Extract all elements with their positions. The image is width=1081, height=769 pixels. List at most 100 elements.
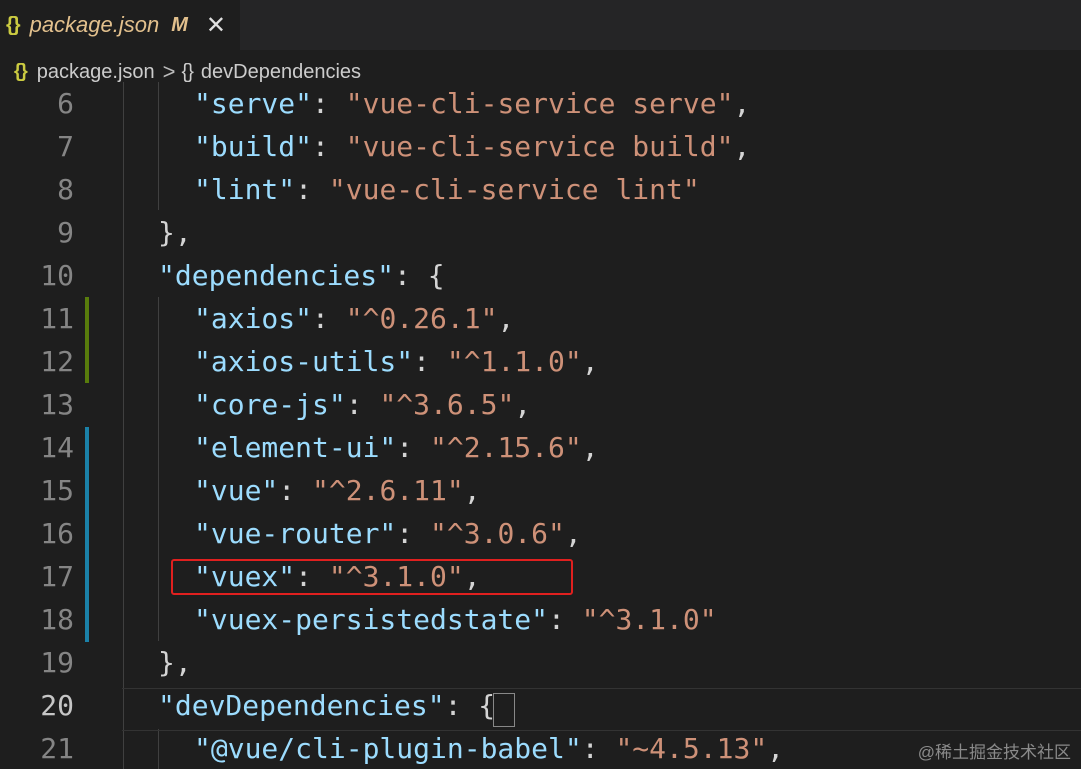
json-key: "vue" <box>194 474 279 507</box>
code-line[interactable]: 16 "vue-router": "^3.0.6", <box>0 512 1081 555</box>
punctuation: : <box>548 603 582 636</box>
current-line-highlight <box>122 688 1081 731</box>
code-text: "serve": "vue-cli-service serve", <box>194 82 750 125</box>
close-icon[interactable]: ✕ <box>206 11 226 40</box>
line-number: 7 <box>57 130 74 163</box>
matching-bracket-highlight <box>493 693 515 727</box>
json-key: "serve" <box>194 87 313 120</box>
json-string-value: "^2.15.6" <box>430 431 582 464</box>
json-key: "axios" <box>194 302 313 335</box>
line-number: 9 <box>57 216 74 249</box>
json-key: "build" <box>194 130 313 163</box>
punctuation: : <box>312 302 346 335</box>
punctuation: : <box>394 259 428 292</box>
punctuation: }, <box>158 216 192 249</box>
punctuation: , <box>767 732 785 765</box>
code-line[interactable]: 18 "vuex-persistedstate": "^3.1.0" <box>0 598 1081 641</box>
json-string-value: "~4.5.13" <box>615 732 768 765</box>
code-text: "build": "vue-cli-service build", <box>194 125 750 168</box>
code-line[interactable]: 12 "axios-utils": "^1.1.0", <box>0 340 1081 383</box>
line-number: 16 <box>40 517 74 550</box>
code-line[interactable]: 10 "dependencies": { <box>0 254 1081 297</box>
json-key: "@vue/cli-plugin-babel" <box>194 732 582 765</box>
punctuation: , <box>463 474 481 507</box>
code-text: "axios-utils": "^1.1.0", <box>194 340 599 383</box>
modified-indicator: M <box>171 13 188 36</box>
code-text: "lint": "vue-cli-service lint" <box>194 168 700 211</box>
code-line[interactable]: 11 "axios": "^0.26.1", <box>0 297 1081 340</box>
json-string-value: "^2.6.11" <box>312 474 464 507</box>
line-number: 10 <box>40 259 74 292</box>
line-number: 20 <box>40 689 74 722</box>
json-string-value: "^3.0.6" <box>430 517 565 550</box>
json-string-value: "^0.26.1" <box>345 302 498 335</box>
json-file-icon: {} <box>6 13 21 36</box>
code-text: "vue": "^2.6.11", <box>194 469 481 512</box>
line-number: 21 <box>40 732 74 765</box>
object-icon: {} <box>181 60 194 83</box>
punctuation: : <box>278 474 313 507</box>
code-line[interactable]: 14 "element-ui": "^2.15.6", <box>0 426 1081 469</box>
code-text: "vue-router": "^3.0.6", <box>194 512 582 555</box>
line-number: 13 <box>40 388 74 421</box>
code-line[interactable]: 15 "vue": "^2.6.11", <box>0 469 1081 512</box>
line-number: 19 <box>40 646 74 679</box>
json-string-value: "vue-cli-service serve" <box>345 87 734 120</box>
tab-filename: package.json <box>29 12 160 37</box>
code-text: }, <box>158 211 192 254</box>
code-text: "element-ui": "^2.15.6", <box>194 426 599 469</box>
punctuation: : <box>581 732 616 765</box>
code-line[interactable]: 8 "lint": "vue-cli-service lint" <box>0 168 1081 211</box>
editor-tab[interactable]: {} package.json M ✕ <box>0 0 240 50</box>
watermark: @稀土掘金技术社区 <box>917 743 1071 762</box>
punctuation: : <box>413 345 447 378</box>
code-text: "vuex-persistedstate": "^3.1.0" <box>194 598 717 641</box>
json-string-value: "^1.1.0" <box>446 345 582 378</box>
punctuation: : <box>312 130 346 163</box>
code-editor[interactable]: 6 "serve": "vue-cli-service serve", 7 "buil… <box>0 82 1081 769</box>
punctuation: , <box>733 87 751 120</box>
line-number: 12 <box>40 345 74 378</box>
punctuation: : <box>345 388 380 421</box>
punctuation: : <box>396 431 431 464</box>
json-key: "dependencies" <box>158 259 395 292</box>
line-number: 14 <box>40 431 74 464</box>
json-key: "vue-router" <box>194 517 397 550</box>
code-text: "dependencies": { <box>158 254 445 297</box>
punctuation: : <box>396 517 431 550</box>
json-key: "core-js" <box>194 388 346 421</box>
breadcrumb-file[interactable]: package.json <box>37 61 155 84</box>
code-line[interactable]: 6 "serve": "vue-cli-service serve", <box>0 82 1081 125</box>
annotation-highlight-box <box>171 559 573 595</box>
code-line[interactable]: 7 "build": "vue-cli-service build", <box>0 125 1081 168</box>
code-text: "core-js": "^3.6.5", <box>194 383 531 426</box>
punctuation: : <box>295 173 329 206</box>
breadcrumb-symbol[interactable]: devDependencies <box>201 61 361 84</box>
json-file-icon: {} <box>14 61 28 82</box>
punctuation: { <box>427 259 445 292</box>
line-number: 17 <box>40 560 74 593</box>
punctuation: , <box>497 302 515 335</box>
json-string-value: "vue-cli-service build" <box>345 130 734 163</box>
punctuation: , <box>514 388 532 421</box>
code-text: "axios": "^0.26.1", <box>194 297 514 340</box>
punctuation: , <box>581 345 599 378</box>
json-key: "lint" <box>194 173 296 206</box>
json-string-value: "^3.1.0" <box>581 603 717 636</box>
code-line[interactable]: 9}, <box>0 211 1081 254</box>
json-key: "vuex-persistedstate" <box>194 603 549 636</box>
code-text: }, <box>158 641 192 684</box>
code-line[interactable]: 13 "core-js": "^3.6.5", <box>0 383 1081 426</box>
json-key: "axios-utils" <box>194 345 414 378</box>
line-number: 15 <box>40 474 74 507</box>
line-number: 6 <box>57 87 74 120</box>
punctuation: : <box>312 87 346 120</box>
tab-bar: {} package.json M ✕ <box>0 0 1081 50</box>
line-number: 8 <box>57 173 74 206</box>
line-number: 11 <box>40 302 74 335</box>
json-string-value: "vue-cli-service lint" <box>328 173 700 206</box>
code-line[interactable]: 19}, <box>0 641 1081 684</box>
punctuation: , <box>733 130 751 163</box>
punctuation: , <box>564 517 582 550</box>
code-text: "@vue/cli-plugin-babel": "~4.5.13", <box>194 727 784 769</box>
